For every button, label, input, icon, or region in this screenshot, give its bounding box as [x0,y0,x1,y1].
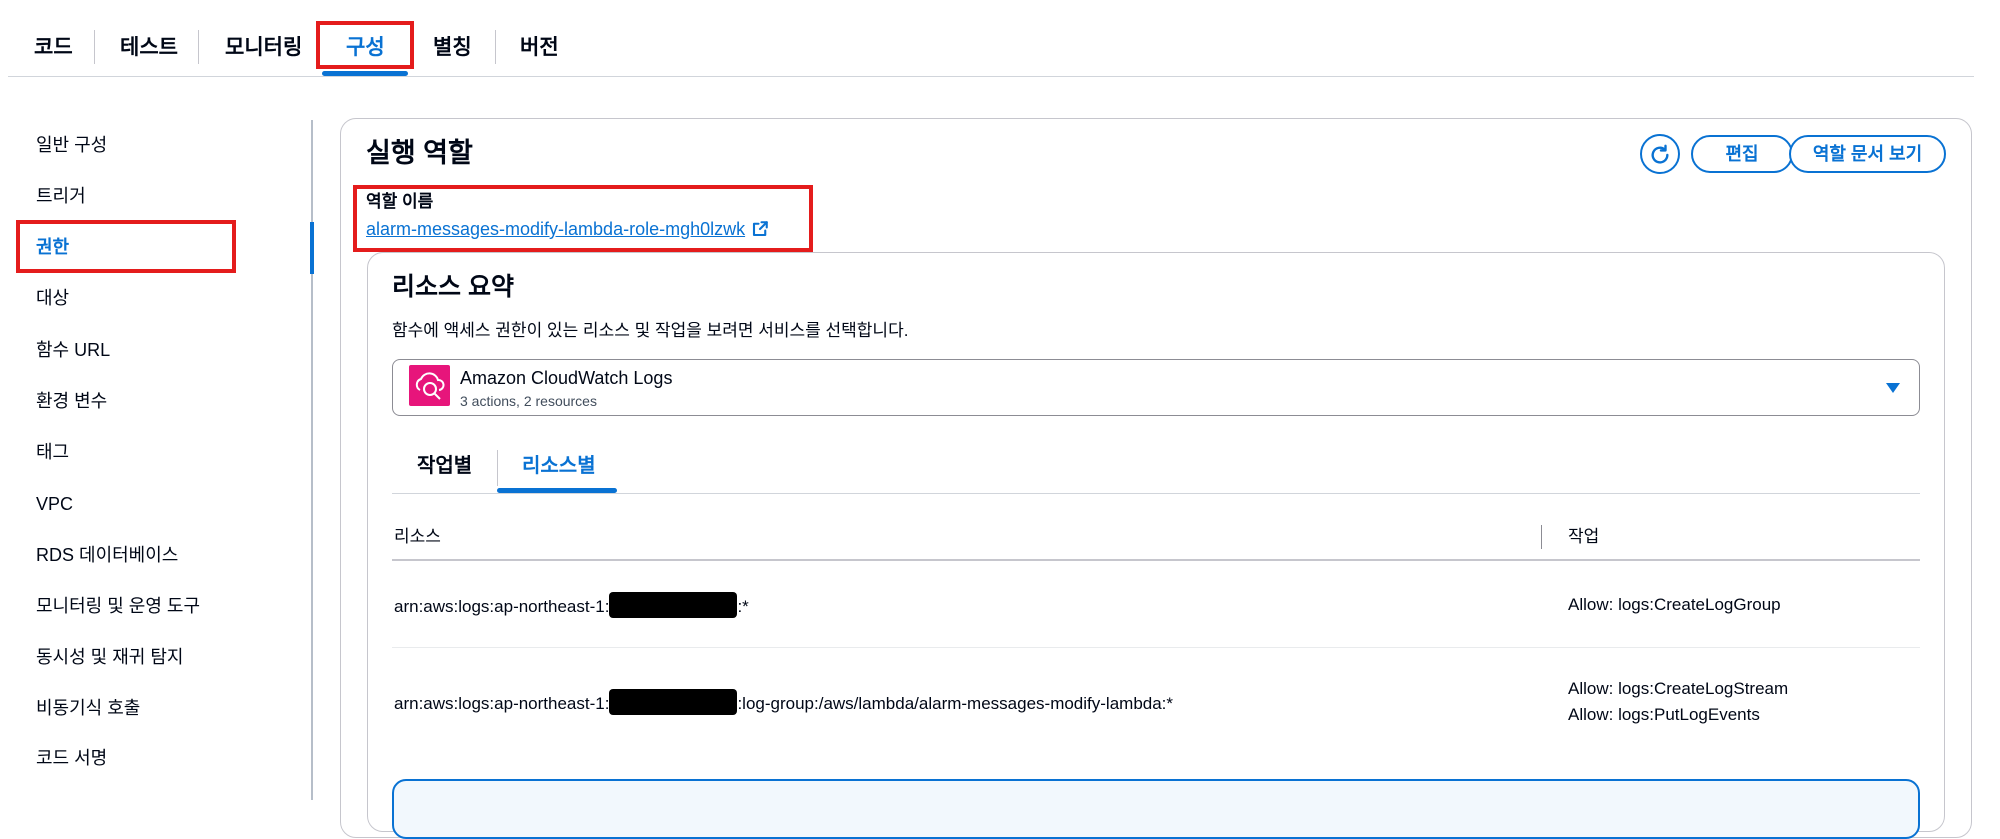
sidebar-item-destinations[interactable]: 대상 [36,278,69,318]
panel-title: 실행 역할 [366,138,473,168]
redacted-account-id [609,689,738,715]
tab-divider [198,30,199,64]
tab-by-action[interactable]: 작업별 [417,446,472,486]
info-alert [392,779,1920,839]
service-select[interactable]: Amazon CloudWatch Logs 3 actions, 2 reso… [392,359,1920,416]
table-cell-resource: arn:aws:logs:ap-northeast-1: :log-group:/… [394,689,1173,717]
tab-divider [495,30,496,64]
role-name-label: 역할 이름 [366,192,434,211]
table-cell-action: Allow: logs:CreateLogStream [1568,679,1789,698]
subtab-divider [497,450,498,486]
column-header-action: 작업 [1568,527,1600,546]
sidebar-item-permissions[interactable]: 권한 [36,227,69,267]
refresh-icon [1651,144,1669,164]
arn-prefix: arn:aws:logs:ap-northeast-1: [394,694,610,713]
tab-divider [94,30,95,64]
sidebar-item-function-url[interactable]: 함수 URL [36,330,110,370]
column-header-resource: 리소스 [394,527,441,546]
role-name-text: alarm-messages-modify-lambda-role-mgh0lz… [366,219,746,239]
refresh-button[interactable] [1640,134,1680,174]
sidebar-item-code-signing[interactable]: 코드 서명 [36,738,107,778]
sidebar-item-rds[interactable]: RDS 데이터베이스 [36,535,178,575]
caret-down-icon [1886,383,1900,393]
subtab-active-indicator [497,488,617,493]
table-header-line [392,559,1920,561]
table-row-divider [392,647,1920,648]
sidebar-active-indicator [310,222,314,274]
sidebar-item-async[interactable]: 비동기식 호출 [36,688,140,728]
table-cell-action: Allow: logs:CreateLogGroup [1568,595,1781,614]
table-cell-resource: arn:aws:logs:ap-northeast-1: :* [394,592,749,620]
service-name: Amazon CloudWatch Logs [460,368,673,388]
arn-suffix: :* [737,597,749,616]
arn-suffix: :log-group:/aws/lambda/alarm-messages-mo… [737,694,1174,713]
role-name-link[interactable]: alarm-messages-modify-lambda-role-mgh0lz… [366,216,769,242]
edit-button[interactable]: 편집 [1691,135,1793,173]
active-tab-indicator [322,71,408,76]
arn-prefix: arn:aws:logs:ap-northeast-1: [394,597,610,616]
sidebar-item-monitoring-tools[interactable]: 모니터링 및 운영 도구 [36,586,200,626]
service-summary: 3 actions, 2 resources [460,393,597,409]
tab-test[interactable]: 테스트 [120,28,178,68]
external-link-icon [753,221,768,237]
tab-configuration[interactable]: 구성 [346,28,385,68]
table-cell-action: Allow: logs:PutLogEvents [1568,705,1760,724]
sidebar-item-vpc[interactable]: VPC [36,484,73,524]
subtab-baseline [392,493,1920,494]
redacted-account-id [609,592,738,618]
tab-by-resource[interactable]: 리소스별 [522,446,596,486]
top-tab-bar [8,0,1974,77]
sidebar-item-env-vars[interactable]: 환경 변수 [36,381,107,421]
resource-summary-description: 함수에 액세스 권한이 있는 리소스 및 작업을 보려면 서비스를 선택합니다. [392,321,909,340]
view-role-document-button[interactable]: 역할 문서 보기 [1789,135,1946,173]
resource-summary-title: 리소스 요약 [392,273,514,301]
sidebar-item-tags[interactable]: 태그 [36,432,69,472]
tab-code[interactable]: 코드 [34,28,73,68]
sidebar-item-triggers[interactable]: 트리거 [36,176,86,216]
cloudwatch-logs-icon [409,365,450,406]
tab-versions[interactable]: 버전 [520,28,559,68]
tab-monitoring[interactable]: 모니터링 [225,28,302,68]
sidebar-item-concurrency[interactable]: 동시성 및 재귀 탐지 [36,637,183,677]
sidebar-item-general[interactable]: 일반 구성 [36,125,107,165]
column-divider [1541,525,1542,549]
tab-aliases[interactable]: 별칭 [433,28,472,68]
